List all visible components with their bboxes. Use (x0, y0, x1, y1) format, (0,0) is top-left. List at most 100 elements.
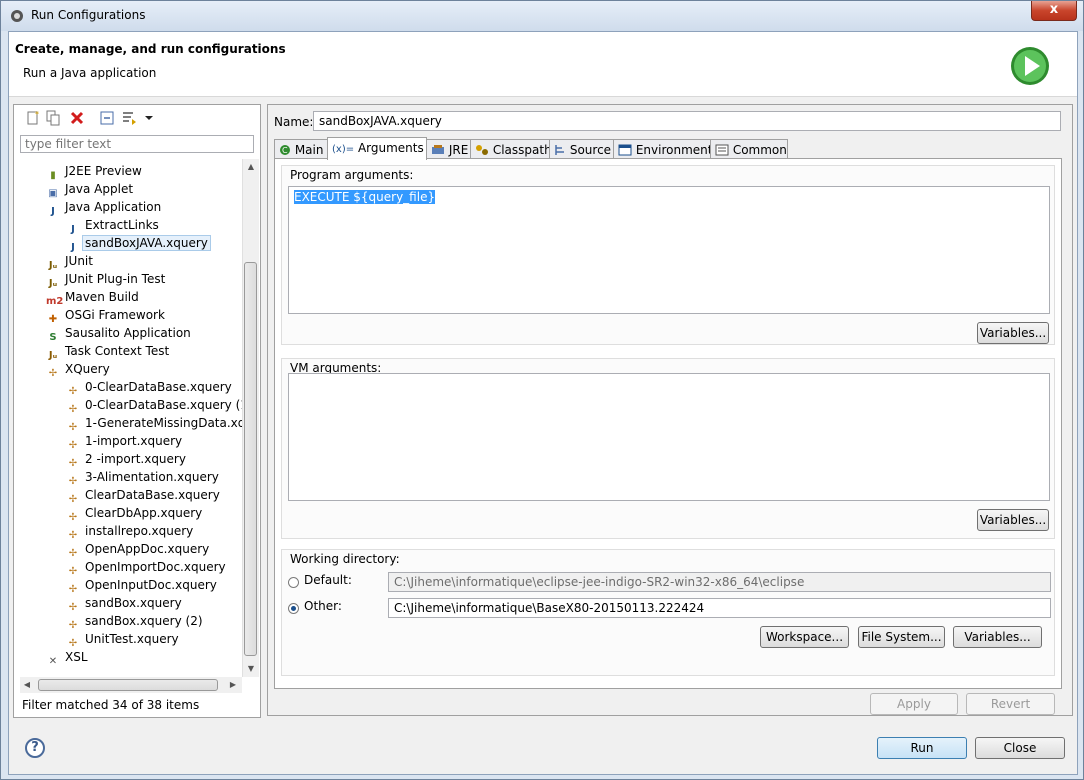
help-icon[interactable]: ? (25, 738, 45, 758)
tree-item[interactable]: Jᵤ JUnit Plug-in Test (46, 270, 166, 289)
tree-item[interactable]: ✢ OpenImportDoc.xquery (66, 558, 226, 577)
default-radio[interactable] (288, 577, 299, 588)
tab-classpath-label: Classpath (492, 143, 552, 157)
dialog-subtitle: Run a Java application (23, 66, 157, 80)
tab-common[interactable]: Common (710, 139, 788, 159)
new-config-icon[interactable]: * (24, 109, 42, 127)
filter-menu-chevron-down-icon[interactable] (140, 109, 158, 127)
tree-item[interactable]: ▮ J2EE Preview (46, 162, 142, 181)
vm-variables-button[interactable]: Variables... (977, 509, 1049, 531)
run-logo-icon (1011, 47, 1049, 85)
close-button[interactable]: Close (975, 737, 1065, 759)
vertical-scroll-thumb[interactable] (244, 262, 257, 656)
window-close-button[interactable]: x (1031, 1, 1077, 21)
tree-vertical-scrollbar[interactable]: ▲ ▼ (242, 159, 259, 677)
scroll-right-icon[interactable]: ▶ (226, 677, 240, 693)
tree-item[interactable]: ✢ 0-ClearDataBase.xquery (66, 378, 232, 397)
tree-item-label: ClearDataBase.xquery (85, 488, 220, 502)
file-system-button[interactable]: File System... (858, 626, 945, 648)
window-title: Run Configurations (31, 8, 146, 22)
tree-item[interactable]: ✢ ClearDbApp.xquery (66, 504, 203, 523)
tree-item-label: Sausalito Application (65, 326, 191, 340)
tree-item[interactable]: ✢ sandBox.xquery (2) (66, 612, 203, 631)
tree-item[interactable]: ✢ XQuery (46, 360, 110, 379)
default-directory-input: C:\Jiheme\informatique\eclipse-jee-indig… (388, 572, 1051, 592)
tab-main[interactable]: C Main (274, 139, 328, 159)
tree-item[interactable]: ✢ ClearDataBase.xquery (66, 486, 220, 505)
tab-arguments[interactable]: (x)= Arguments (327, 137, 427, 160)
tree-item[interactable]: J ExtractLinks (66, 216, 159, 235)
tree-item-label: JUnit (65, 254, 93, 268)
common-tab-icon (715, 144, 729, 156)
delete-icon[interactable] (68, 109, 86, 127)
tree-item[interactable]: ✢ installrepo.xquery (66, 522, 193, 541)
scroll-up-icon[interactable]: ▲ (243, 159, 259, 175)
tab-jre[interactable]: JRE (426, 139, 471, 159)
title-bar: Run Configurations x (1, 1, 1083, 31)
tree-item[interactable]: ✢ 1-import.xquery (66, 432, 182, 451)
vm-arguments-textarea[interactable] (288, 373, 1050, 501)
tree-item[interactable]: JsandBoxJAVA.xquery (66, 234, 211, 253)
other-directory-input[interactable]: C:\Jiheme\informatique\BaseX80-20150113.… (388, 598, 1051, 618)
tree-item[interactable]: ✢ OpenAppDoc.xquery (66, 540, 209, 559)
duplicate-icon[interactable] (44, 109, 62, 127)
program-arguments-text: EXECUTE ${query_file} (294, 190, 436, 204)
run-button[interactable]: Run (877, 737, 967, 759)
working-dir-variables-button[interactable]: Variables... (953, 626, 1042, 648)
revert-button[interactable]: Revert (966, 693, 1055, 715)
tab-source[interactable]: Source (549, 139, 614, 159)
tree-item-label: OpenInputDoc.xquery (85, 578, 217, 592)
tree-item-label: XSL (65, 650, 88, 664)
tree-item-label: UnitTest.xquery (85, 632, 179, 646)
tree-item[interactable]: ✢ 2 -import.xquery (66, 450, 186, 469)
svg-text:*: * (35, 110, 39, 119)
tree-item[interactable]: ✢1-GenerateMissingData.xquery (66, 414, 242, 433)
tree-item[interactable]: Jᵤ JUnit (46, 252, 93, 271)
tab-environment[interactable]: Environment (613, 139, 713, 159)
tree-item[interactable]: ✚ OSGi Framework (46, 306, 165, 325)
tree-item[interactable]: ▣ Java Applet (46, 180, 133, 199)
workspace-button[interactable]: Workspace... (760, 626, 849, 648)
collapse-all-icon[interactable] (98, 109, 116, 127)
tree-item[interactable]: ✢ sandBox.xquery (66, 594, 182, 613)
source-tab-icon (555, 145, 564, 155)
name-input[interactable]: sandBoxJAVA.xquery (313, 111, 1061, 131)
tab-jre-label: JRE (448, 143, 469, 157)
tree-item[interactable]: ✕ XSL (46, 648, 88, 667)
tab-environment-label: Environment (635, 143, 713, 157)
tree-item-label: ClearDbApp.xquery (85, 506, 203, 520)
tree-item-label: Task Context Test (65, 344, 170, 358)
dialog-title: Create, manage, and run configurations (15, 42, 286, 56)
tree-item[interactable]: Jᵤ Task Context Test (46, 342, 170, 361)
filter-icon[interactable] (120, 109, 138, 127)
program-variables-button[interactable]: Variables... (977, 322, 1049, 344)
horizontal-scroll-thumb[interactable] (38, 679, 218, 691)
tree-item[interactable]: ✢ 3-Alimentation.xquery (66, 468, 219, 487)
tree-item[interactable]: J Java Application (46, 198, 161, 217)
tree-item-label: OSGi Framework (65, 308, 165, 322)
jre-tab-icon (432, 145, 444, 154)
tree-item[interactable]: m2 Maven Build (46, 288, 139, 307)
tree-item-label: 3-Alimentation.xquery (85, 470, 219, 484)
tree-item-label: Maven Build (65, 290, 139, 304)
filter-input[interactable] (20, 135, 254, 153)
tab-classpath[interactable]: Classpath (470, 139, 552, 159)
configuration-tree-panel: * type filter text ▮ J2EE Preview ▣ Java… (13, 104, 261, 718)
tree-item[interactable]: S Sausalito Application (46, 324, 191, 343)
tree-item[interactable]: ✢ 0-ClearDataBase.xquery (1) (66, 396, 242, 415)
tree-item-label: J2EE Preview (65, 164, 142, 178)
apply-button[interactable]: Apply (870, 693, 958, 715)
tab-common-label: Common (732, 143, 787, 157)
tree-item[interactable]: ✢ UnitTest.xquery (66, 630, 179, 649)
scroll-left-icon[interactable]: ◀ (20, 677, 34, 693)
tree-horizontal-scrollbar[interactable]: ◀ ▶ (20, 677, 242, 693)
program-arguments-textarea[interactable]: EXECUTE ${query_file} (288, 186, 1050, 314)
arguments-tab-body: Program arguments: EXECUTE ${query_file}… (274, 158, 1062, 689)
tree-item[interactable]: ✢ OpenInputDoc.xquery (66, 576, 217, 595)
java-application-icon: J (51, 206, 55, 217)
dialog-header: Create, manage, and run configurations R… (9, 32, 1077, 97)
tree-item-label: JUnit Plug-in Test (65, 272, 166, 286)
other-radio[interactable] (288, 603, 299, 614)
scroll-down-icon[interactable]: ▼ (243, 661, 259, 677)
xquery-icon: ✢ (48, 368, 58, 379)
